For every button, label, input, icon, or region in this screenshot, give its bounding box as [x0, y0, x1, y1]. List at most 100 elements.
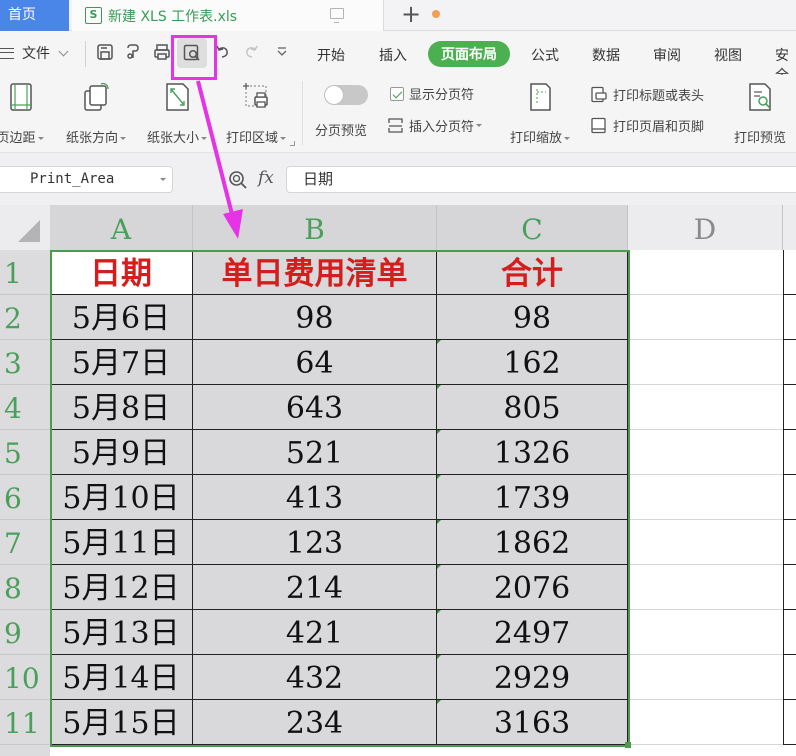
fill-handle[interactable] [625, 742, 631, 748]
ribbon-tab-page-layout[interactable]: 页面布局 [428, 41, 510, 67]
table-cell[interactable]: 98 [193, 295, 437, 340]
table-cell[interactable]: 413 [193, 475, 437, 520]
table-cell-empty[interactable] [783, 340, 796, 385]
ribbon-tab-data[interactable]: 数据 [592, 45, 620, 65]
row-header-4[interactable]: 4 [0, 385, 50, 430]
table-cell-empty[interactable] [628, 295, 783, 340]
row-header-2[interactable]: 2 [0, 295, 50, 340]
table-cell-empty[interactable] [783, 565, 796, 610]
table-cell[interactable]: 5月8日 [50, 385, 193, 430]
table-cell-empty[interactable] [628, 385, 783, 430]
table-cell[interactable]: 1326 [437, 430, 628, 475]
column-header-e[interactable] [783, 205, 796, 250]
table-header-cell[interactable]: 合计 [437, 250, 628, 295]
format-painter-icon[interactable] [125, 43, 143, 61]
column-header-b[interactable]: B [193, 205, 437, 250]
table-cell[interactable]: 2076 [437, 565, 628, 610]
caret-down-icon[interactable] [160, 178, 166, 181]
table-cell-empty[interactable] [783, 250, 796, 295]
table-cell-empty[interactable] [783, 385, 796, 430]
dialog-launcher-icon[interactable] [290, 141, 295, 146]
print-titles-button[interactable]: 打印标题或表头 [590, 85, 704, 104]
table-cell[interactable]: 5月15日 [50, 700, 193, 745]
ribbon-tab-view[interactable]: 视图 [714, 45, 742, 65]
ribbon-tab-review[interactable]: 审阅 [653, 45, 681, 65]
table-cell[interactable]: 432 [193, 655, 437, 700]
row-header-6[interactable]: 6 [0, 475, 50, 520]
table-cell[interactable]: 3163 [437, 700, 628, 745]
table-cell[interactable]: 2497 [437, 610, 628, 655]
zoom-icon[interactable] [228, 170, 248, 190]
undo-icon[interactable] [214, 43, 232, 61]
row-header-1[interactable]: 1 [0, 250, 50, 295]
table-cell[interactable]: 1862 [437, 520, 628, 565]
table-cell-empty[interactable] [783, 655, 796, 700]
table-cell-empty[interactable] [628, 655, 783, 700]
table-cell[interactable]: 64 [193, 340, 437, 385]
more-icon[interactable] [273, 43, 291, 61]
row-header-3[interactable]: 3 [0, 340, 50, 385]
orientation-button[interactable]: 纸张方向 [60, 81, 132, 146]
redo-icon[interactable] [242, 43, 260, 61]
table-cell[interactable]: 5月12日 [50, 565, 193, 610]
paper-size-button[interactable]: 纸张大小 [141, 81, 213, 146]
row-header-5[interactable]: 5 [0, 430, 50, 475]
select-all-button[interactable] [0, 205, 50, 250]
table-cell-empty[interactable] [783, 430, 796, 475]
table-cell-empty[interactable] [628, 520, 783, 565]
table-cell-empty[interactable] [783, 295, 796, 340]
print-area-button[interactable]: 打印区域 [220, 81, 292, 146]
table-cell[interactable]: 2929 [437, 655, 628, 700]
file-menu-button[interactable]: 文件 [0, 43, 69, 63]
table-cell-empty[interactable] [783, 475, 796, 520]
table-cell-empty[interactable] [628, 700, 783, 745]
table-cell[interactable]: 5月9日 [50, 430, 193, 475]
table-cell[interactable]: 421 [193, 610, 437, 655]
table-cell-empty[interactable] [783, 700, 796, 745]
table-cell[interactable]: 1739 [437, 475, 628, 520]
formula-input[interactable]: 日期 [286, 166, 796, 193]
table-cell[interactable]: 5月6日 [50, 295, 193, 340]
column-header-d[interactable]: D [628, 205, 783, 250]
table-cell[interactable]: 5月7日 [50, 340, 193, 385]
table-cell-empty[interactable] [628, 430, 783, 475]
fx-icon[interactable]: fx [258, 168, 274, 188]
row-header-7[interactable]: 7 [0, 520, 50, 565]
table-cell-empty[interactable] [783, 520, 796, 565]
ribbon-tab-insert[interactable]: 插入 [379, 45, 407, 65]
ribbon-tab-home[interactable]: 开始 [317, 45, 345, 65]
print-icon[interactable] [153, 43, 171, 61]
column-header-a[interactable]: A [50, 205, 193, 250]
save-icon[interactable] [96, 43, 114, 61]
table-cell-empty[interactable] [628, 610, 783, 655]
print-preview-button[interactable] [177, 38, 207, 68]
table-cell[interactable]: 5月11日 [50, 520, 193, 565]
table-cell[interactable]: 5月13日 [50, 610, 193, 655]
row-header-9[interactable]: 9 [0, 610, 50, 655]
table-cell[interactable]: 98 [437, 295, 628, 340]
table-cell[interactable]: 805 [437, 385, 628, 430]
table-cell[interactable]: 234 [193, 700, 437, 745]
page-break-preview-label[interactable]: 分页预览 [315, 120, 367, 139]
table-cell-empty[interactable] [628, 250, 783, 295]
table-cell[interactable]: 162 [437, 340, 628, 385]
column-header-c[interactable]: C [437, 205, 628, 250]
row-header-10[interactable]: 10 [0, 655, 50, 700]
table-header-cell[interactable]: 单日费用清单 [193, 250, 437, 295]
tab-workbook[interactable]: S 新建 XLS 工作表.xls [72, 0, 440, 31]
ribbon-tab-formulas[interactable]: 公式 [531, 45, 559, 65]
table-cell-empty[interactable] [628, 475, 783, 520]
print-scaling-button[interactable]: 打印缩放 [503, 81, 577, 146]
table-cell-empty[interactable] [628, 340, 783, 385]
table-cell[interactable]: 643 [193, 385, 437, 430]
table-cell-empty[interactable] [628, 565, 783, 610]
name-box[interactable]: Print_Area [0, 166, 173, 193]
row-header-11[interactable]: 11 [0, 700, 50, 745]
tab-home[interactable]: 首页 [0, 0, 69, 31]
table-cell-empty[interactable] [783, 610, 796, 655]
new-tab-button[interactable]: + [398, 1, 424, 29]
row-header-8[interactable]: 8 [0, 565, 50, 610]
table-cell[interactable]: 214 [193, 565, 437, 610]
table-header-cell[interactable]: 日期 [50, 250, 193, 295]
table-cell[interactable]: 5月14日 [50, 655, 193, 700]
